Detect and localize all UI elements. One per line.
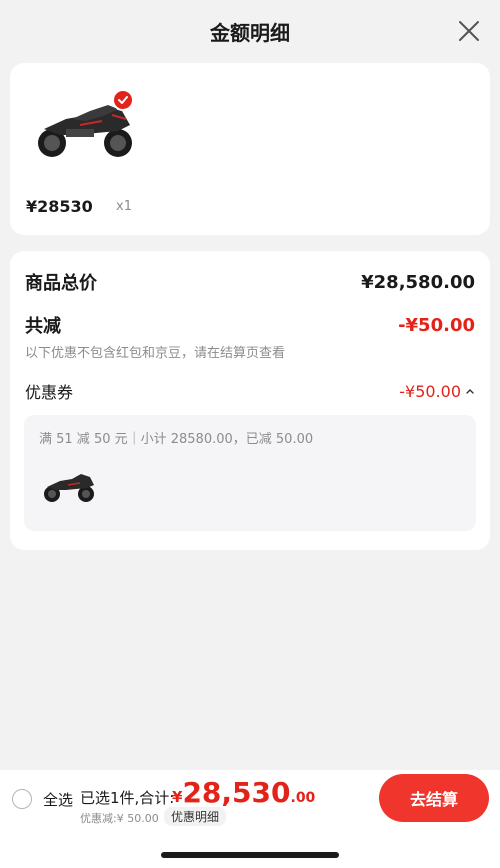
- select-all-radio[interactable]: [12, 789, 32, 809]
- total-row: 商品总价 ¥28,580.00: [25, 269, 475, 295]
- product-quantity: x1: [116, 199, 132, 214]
- selected-count-text: 已选1件,合计:: [80, 789, 175, 807]
- grand-total: ¥ 28,530 .00: [172, 776, 315, 809]
- total-label: 商品总价: [25, 273, 97, 294]
- product-price: ¥28530: [26, 197, 93, 216]
- discount-summary: 优惠减:¥ 50.00: [80, 812, 159, 825]
- coupon-row[interactable]: 优惠券 -¥50.00: [25, 379, 475, 403]
- discount-label: 共减: [25, 316, 61, 337]
- discount-note: 以下优惠不包含红包和京豆，请在结算页查看: [25, 346, 286, 361]
- coupon-value-wrap[interactable]: -¥50.00: [399, 382, 475, 401]
- coupon-value: -¥50.00: [399, 381, 461, 401]
- selected-check-icon[interactable]: [112, 89, 134, 111]
- select-all-label[interactable]: 全选: [43, 789, 73, 810]
- total-integer: 28,530: [182, 776, 291, 809]
- total-value: ¥28,580.00: [361, 271, 475, 293]
- chevron-up-icon[interactable]: [465, 386, 475, 396]
- home-indicator: [161, 852, 339, 858]
- page-title: 金额明细: [210, 20, 290, 45]
- coupon-description: 满 51 减 50 元｜小计 28580.00，已减 50.00: [39, 432, 314, 447]
- total-currency: ¥: [172, 788, 183, 806]
- discount-row: 共减 -¥50.00: [25, 312, 475, 338]
- modal-header: 金额明细: [0, 0, 500, 62]
- coupon-label: 优惠券: [25, 383, 74, 402]
- checkout-button[interactable]: 去结算: [379, 774, 489, 822]
- coupon-detail-box: 满 51 减 50 元｜小计 28580.00，已减 50.00: [24, 415, 476, 531]
- close-icon[interactable]: [458, 20, 480, 42]
- product-card: ¥28530 x1: [10, 63, 490, 235]
- discount-value: -¥50.00: [398, 314, 475, 336]
- price-detail-card: 商品总价 ¥28,580.00 共减 -¥50.00 以下优惠不包含红包和京豆，…: [10, 251, 490, 550]
- total-decimal: .00: [290, 790, 316, 806]
- coupon-product-image: [44, 474, 94, 502]
- discount-detail-link[interactable]: 优惠明细: [164, 807, 227, 826]
